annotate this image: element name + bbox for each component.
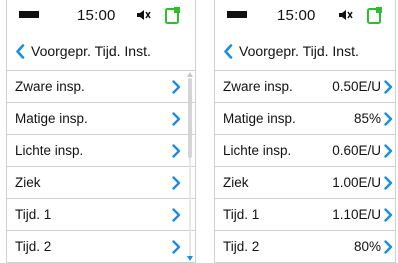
speaker-icon: [339, 10, 353, 20]
right-screen: 15:00 Voorgepr. Tijd. Inst. Zware insp. …: [214, 0, 396, 263]
chevron-right-icon: [172, 176, 181, 190]
list-item-value: 0.50E/U: [332, 79, 381, 94]
scroll-down-arrow-icon[interactable]: [187, 256, 193, 261]
chevron-right-icon: [384, 176, 393, 190]
chevron-right-icon: [384, 144, 393, 158]
list-item-value: 1.10E/U: [332, 207, 381, 222]
list-item-ziek[interactable]: Ziek 1.00E/U: [215, 167, 395, 199]
list-item-label: Tijd. 2: [223, 239, 260, 254]
clock: 15:00: [277, 7, 316, 24]
list-item-tijd-2[interactable]: Tijd. 2: [7, 231, 195, 263]
chevron-right-icon: [172, 144, 181, 158]
scrollbar[interactable]: [187, 72, 193, 262]
battery-icon: [19, 11, 39, 18]
list-item-label: Tijd. 1: [223, 207, 260, 222]
list-item-ziek[interactable]: Ziek: [7, 167, 195, 199]
page-title: Voorgepr. Tijd. Inst.: [239, 43, 359, 59]
back-chevron-icon[interactable]: [223, 44, 233, 59]
list-item-tijd-1[interactable]: Tijd. 1 1.10E/U: [215, 199, 395, 231]
title-bar: Voorgepr. Tijd. Inst.: [215, 40, 395, 64]
list-item-lichte-insp[interactable]: Lichte insp.: [7, 135, 195, 167]
list-item-label: Matige insp.: [223, 111, 296, 126]
left-screen: 15:00 Voorgepr. Tijd. Inst. Zware insp. …: [6, 0, 196, 263]
chevron-right-icon: [384, 80, 393, 94]
list-item-label: Zware insp.: [223, 79, 293, 94]
list-item-label: Tijd. 1: [15, 207, 52, 222]
chevron-right-icon: [384, 208, 393, 222]
chevron-right-icon: [384, 240, 393, 254]
status-bar: 15:00: [215, 0, 395, 30]
clock: 15:00: [77, 7, 116, 24]
list-item-value: 80%: [353, 239, 381, 254]
page-title: Voorgepr. Tijd. Inst.: [31, 43, 151, 59]
list-item-value: 1.00E/U: [332, 175, 381, 190]
scroll-up-arrow-icon[interactable]: [187, 72, 193, 77]
list-item-lichte-insp[interactable]: Lichte insp. 0.60E/U: [215, 135, 395, 167]
scroll-thumb[interactable]: [188, 78, 192, 158]
title-bar: Voorgepr. Tijd. Inst.: [7, 40, 195, 64]
chevron-right-icon: [172, 240, 181, 254]
status-bar: 15:00: [7, 0, 195, 30]
list-item-tijd-1[interactable]: Tijd. 1: [7, 199, 195, 231]
list-item-value: 0.60E/U: [332, 143, 381, 158]
list-item-label: Tijd. 2: [15, 239, 52, 254]
list-item-value: 85%: [353, 111, 381, 126]
list-item-label: Lichte insp.: [223, 143, 292, 158]
list-item-label: Zware insp.: [15, 79, 85, 94]
chevron-right-icon: [172, 208, 181, 222]
cgm-icon: [367, 7, 382, 24]
list-item-label: Lichte insp.: [15, 143, 84, 158]
list-item-matige-insp[interactable]: Matige insp.: [7, 103, 195, 135]
back-chevron-icon[interactable]: [15, 44, 25, 59]
list-item-zware-insp[interactable]: Zware insp.: [7, 71, 195, 103]
chevron-right-icon: [172, 112, 181, 126]
chevron-right-icon: [172, 80, 181, 94]
list-item-zware-insp[interactable]: Zware insp. 0.50E/U: [215, 71, 395, 103]
speaker-icon: [137, 10, 151, 20]
list-item-label: Matige insp.: [15, 111, 88, 126]
list-item-label: Ziek: [15, 175, 41, 190]
list-item-tijd-2[interactable]: Tijd. 2 80%: [215, 231, 395, 263]
list-item-label: Ziek: [223, 175, 249, 190]
battery-icon: [227, 11, 247, 18]
chevron-right-icon: [384, 112, 393, 126]
cgm-icon: [165, 7, 180, 24]
list-item-matige-insp[interactable]: Matige insp. 85%: [215, 103, 395, 135]
